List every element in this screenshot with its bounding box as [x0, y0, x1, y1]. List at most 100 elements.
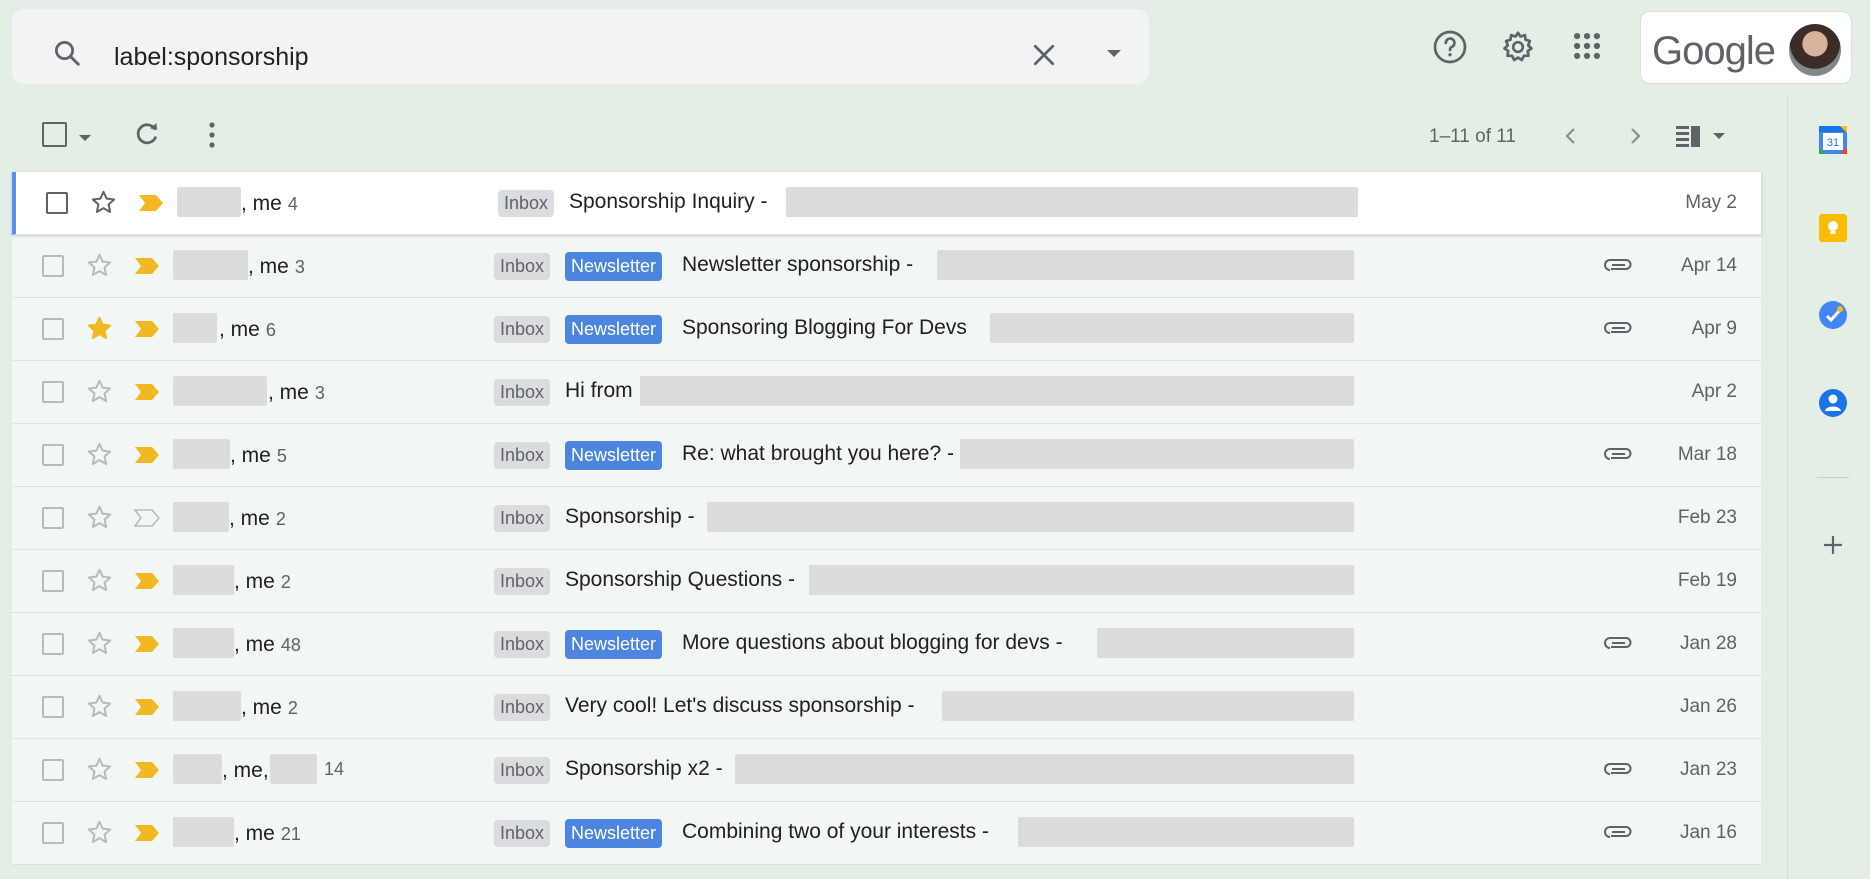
search-input[interactable]: label:sponsorship — [114, 43, 309, 72]
sender-redacted — [173, 376, 267, 406]
attachment-icon — [1602, 822, 1634, 847]
email-subject: Sponsorship x2 - — [565, 757, 723, 780]
importance-icon[interactable] — [134, 383, 160, 406]
inbox-label: Inbox — [494, 631, 551, 658]
settings-icon[interactable] — [1500, 29, 1536, 70]
sender-redacted — [173, 691, 241, 721]
email-subject: Newsletter sponsorship - — [682, 253, 914, 276]
star-icon[interactable] — [86, 252, 113, 284]
refresh-icon[interactable] — [132, 119, 162, 154]
row-checkbox[interactable] — [42, 759, 64, 781]
star-icon[interactable] — [86, 756, 113, 788]
search-bar[interactable]: label:sponsorship — [12, 9, 1149, 84]
email-date: Jan 26 — [1679, 696, 1737, 717]
split-pane-icon[interactable] — [1674, 123, 1726, 154]
keep-icon[interactable] — [1818, 213, 1848, 248]
snippet-redacted — [786, 187, 1358, 217]
email-date: May 2 — [1685, 192, 1737, 213]
email-subject: Sponsoring Blogging For Devs — [682, 316, 967, 339]
row-checkbox[interactable] — [42, 696, 64, 718]
email-subject: Sponsorship Questions - — [565, 568, 795, 591]
table-row[interactable]: , me 3 Inbox Hi from Apr 2 — [12, 361, 1761, 424]
email-date: Feb 23 — [1677, 507, 1737, 528]
inbox-label: Inbox — [494, 757, 551, 784]
google-logo: Google — [1652, 29, 1776, 73]
email-date: Jan 28 — [1679, 633, 1737, 654]
select-all-checkbox[interactable] — [42, 122, 67, 147]
star-icon[interactable] — [86, 819, 113, 851]
row-checkbox[interactable] — [42, 444, 64, 466]
email-subject: Sponsorship - — [565, 505, 695, 528]
star-icon[interactable] — [86, 441, 113, 473]
star-icon[interactable] — [86, 567, 113, 599]
inbox-label: Inbox — [494, 568, 551, 595]
row-checkbox[interactable] — [42, 570, 64, 592]
contacts-icon[interactable] — [1818, 388, 1848, 423]
email-date: Feb 19 — [1677, 570, 1737, 591]
star-icon[interactable] — [86, 504, 113, 536]
clear-search-icon[interactable] — [1029, 40, 1059, 75]
calendar-icon[interactable]: 31 — [1818, 125, 1848, 160]
star-icon[interactable] — [86, 693, 113, 725]
table-row[interactable]: , me 6 Inbox Newsletter Sponsoring Bloggi… — [12, 298, 1761, 361]
row-checkbox[interactable] — [42, 381, 64, 403]
table-row[interactable]: , me 4 Inbox Sponsorship Inquiry - May 2 — [12, 172, 1761, 235]
importance-icon[interactable] — [134, 635, 160, 658]
sender-redacted — [173, 817, 234, 847]
row-checkbox[interactable] — [42, 255, 64, 277]
newsletter-label: Newsletter — [565, 315, 663, 344]
side-panel: 31 — [1787, 97, 1870, 879]
star-icon[interactable] — [90, 189, 117, 221]
star-icon[interactable] — [86, 315, 113, 347]
table-row[interactable]: , me 3 Inbox Newsletter Newsletter sponso… — [12, 235, 1761, 298]
importance-icon[interactable] — [134, 572, 160, 595]
sender-label: , me 2 — [241, 696, 298, 719]
search-icon[interactable] — [52, 38, 82, 73]
row-checkbox[interactable] — [42, 633, 64, 655]
sender-label: , me 4 — [241, 192, 298, 215]
importance-icon[interactable] — [134, 761, 160, 784]
email-subject: Sponsorship Inquiry - — [569, 190, 768, 213]
add-icon[interactable] — [1821, 533, 1845, 562]
table-row[interactable]: , me 2 Inbox Sponsorship Questions - Feb … — [12, 550, 1761, 613]
select-all-icon[interactable] — [78, 130, 92, 148]
more-icon[interactable] — [207, 121, 217, 154]
star-icon[interactable] — [86, 378, 113, 410]
table-row[interactable]: , me, 14 Inbox Sponsorship x2 - Jan 23 — [12, 739, 1761, 802]
row-checkbox[interactable] — [46, 192, 68, 214]
table-row[interactable]: , me 2 Inbox Very cool! Let's discuss spo… — [12, 676, 1761, 739]
table-row[interactable]: , me 5 Inbox Newsletter Re: what brought … — [12, 424, 1761, 487]
importance-icon[interactable] — [134, 698, 160, 721]
apps-icon[interactable] — [1570, 29, 1604, 68]
sender-label: , me 5 — [230, 444, 287, 467]
older-icon[interactable] — [1623, 124, 1647, 153]
table-row[interactable]: , me 2 Inbox Sponsorship - Feb 23 — [12, 487, 1761, 550]
svg-text:31: 31 — [1827, 137, 1839, 149]
search-options-icon[interactable] — [1104, 47, 1124, 65]
attachment-icon — [1602, 255, 1634, 280]
star-icon[interactable] — [86, 630, 113, 662]
account-switcher[interactable]: Google — [1640, 11, 1852, 84]
email-subject: Very cool! Let's discuss sponsorship - — [565, 694, 915, 717]
importance-icon[interactable] — [134, 824, 160, 847]
importance-icon[interactable] — [133, 509, 161, 532]
row-checkbox[interactable] — [42, 318, 64, 340]
thread-count: 14 — [324, 759, 345, 779]
email-date: Apr 9 — [1691, 318, 1737, 339]
table-row[interactable]: , me 21 Inbox Newsletter Combining two of… — [12, 802, 1761, 865]
sender-redacted — [173, 502, 229, 532]
email-date: Mar 18 — [1677, 444, 1737, 465]
importance-icon[interactable] — [134, 446, 160, 469]
row-checkbox[interactable] — [42, 507, 64, 529]
newer-icon[interactable] — [1559, 124, 1583, 153]
table-row[interactable]: , me 48 Inbox Newsletter More questions a… — [12, 613, 1761, 676]
importance-icon[interactable] — [134, 257, 160, 280]
row-checkbox[interactable] — [42, 822, 64, 844]
sender-redacted — [173, 754, 222, 784]
avatar[interactable] — [1789, 24, 1841, 76]
help-icon[interactable] — [1432, 29, 1468, 70]
tasks-icon[interactable] — [1818, 300, 1848, 335]
email-date: Apr 2 — [1691, 381, 1737, 402]
importance-icon[interactable] — [134, 320, 160, 343]
importance-icon[interactable] — [138, 194, 164, 217]
